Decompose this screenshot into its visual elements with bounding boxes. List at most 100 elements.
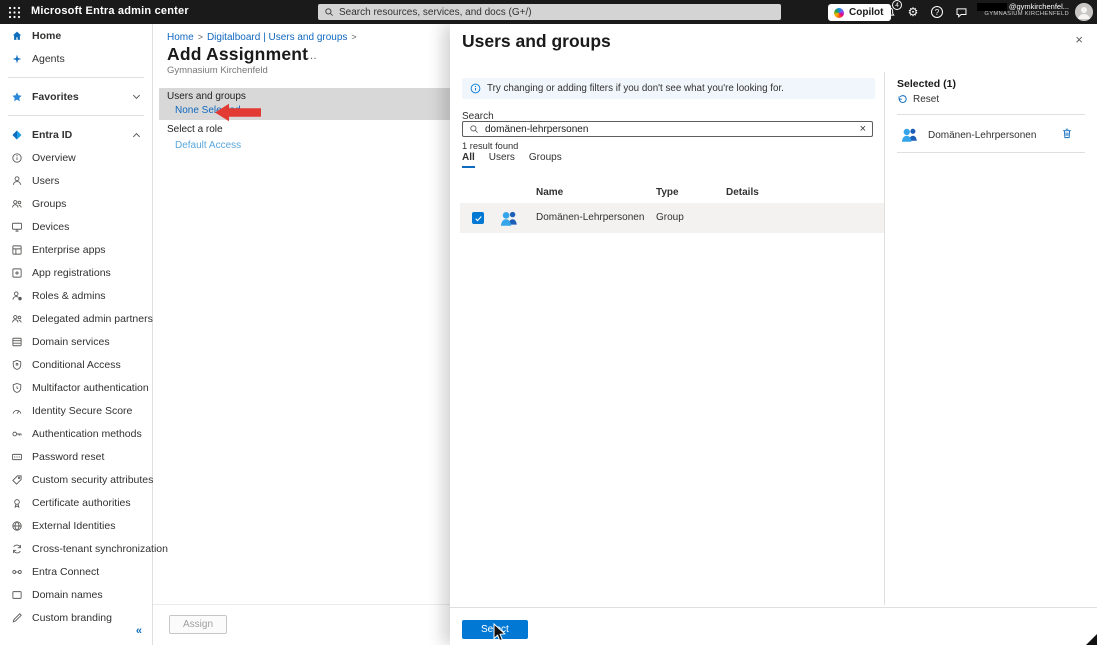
sidebar-item-groups[interactable]: Groups [0,192,152,215]
sidebar-item-authentication-methods[interactable]: Authentication methods [0,422,152,445]
tag-icon [10,473,23,486]
row-checkbox[interactable] [472,212,484,224]
appgrid-icon [10,243,23,256]
roleperson-icon [10,289,23,302]
reset-button[interactable]: Reset [897,94,939,105]
column-header-name: Name [536,187,563,198]
account-name: @gymkirchenfel... [977,2,1069,11]
select-button[interactable]: Select [462,620,528,639]
sidebar-item-entra-connect[interactable]: Entra Connect [0,560,152,583]
sidebar-item-app-registrations[interactable]: App registrations [0,261,152,284]
sidebar-item-label: Cross-tenant synchronization [32,543,168,555]
info-banner: Try changing or adding filters if you do… [462,78,875,99]
sidebar-item-domain-services[interactable]: Domain services [0,330,152,353]
sidebar-item-label: Password reset [32,451,104,463]
sidebar-item-favorites[interactable]: Favorites [0,85,152,108]
global-search-box[interactable] [318,4,781,20]
selected-item: Domänen-Lehrpersonen [897,118,1085,152]
sidebar-item-entra-id[interactable]: Entra ID [0,123,152,146]
tab-all[interactable]: All [462,152,475,168]
panel-search-box[interactable]: × [462,121,873,137]
sidebar-item-custom-security-attributes[interactable]: Custom security attributes [0,468,152,491]
sidebar-item-label: Entra ID [32,129,72,141]
help-icon[interactable]: ? [929,4,945,20]
brush-icon [10,611,23,624]
sidebar-item-label: Agents [32,53,65,65]
sync-icon [10,542,23,555]
breadcrumb-link-digitalboard-users-and-groups[interactable]: Digitalboard | Users and groups [207,32,347,43]
sidebar-item-overview[interactable]: Overview [0,146,152,169]
sidebar-item-home[interactable]: Home [0,24,152,47]
sidebar-item-label: Custom branding [32,612,112,624]
search-icon [324,7,334,17]
sidebar-item-delegated-admin-partners[interactable]: Delegated admin partners [0,307,152,330]
sidebar-item-certificate-authorities[interactable]: Certificate authorities [0,491,152,514]
sidebar-item-agents[interactable]: Agents [0,47,152,70]
panel-divider [884,72,885,605]
close-icon[interactable]: × [1075,32,1083,47]
sidebar-item-label: Domain services [32,336,110,348]
users-groups-panel: Users and groups × Try changing or addin… [450,24,1097,645]
table-header: NameTypeDetails [460,187,884,203]
sidebar-item-identity-secure-score[interactable]: Identity Secure Score [0,399,152,422]
sidebar-item-enterprise-apps[interactable]: Enterprise apps [0,238,152,261]
default-access-link[interactable]: Default Access [175,140,241,151]
breadcrumb-separator: > [198,32,203,42]
sidebar-collapse-button[interactable]: « [136,625,142,637]
sidebar-item-label: Multifactor authentication [32,382,149,394]
account-menu[interactable]: @gymkirchenfel... GYMNASIUM KIRCHENFELD [977,2,1069,19]
row-name: Domänen-Lehrpersonen [536,212,644,223]
redacted-account-name [977,3,1007,11]
tab-users[interactable]: Users [489,152,515,168]
sidebar-item-label: App registrations [32,267,111,279]
result-count: 1 result found [462,141,518,151]
sidebar-item-label: Devices [32,221,69,233]
assign-button[interactable]: Assign [169,615,227,634]
server-icon [10,335,23,348]
settings-gear-icon[interactable]: ⚙ [905,4,921,20]
table-row[interactable]: Domänen-LehrpersonenGroup [460,203,884,233]
page-title: Add Assignment [167,44,308,65]
sidebar-item-label: Delegated admin partners [32,313,153,325]
condshield-icon [10,358,23,371]
breadcrumb: Home>Digitalboard | Users and groups> [167,32,361,43]
sidebar-item-roles-admins[interactable]: Roles & admins [0,284,152,307]
info-icon [470,83,481,94]
app-launcher-waffle-icon[interactable] [8,6,21,19]
selected-item-name: Domänen-Lehrpersonen [928,130,1036,141]
sidebar-item-external-identities[interactable]: External Identities [0,514,152,537]
app-title: Microsoft Entra admin center [31,5,189,17]
users-groups-field: Users and groups None Selected [159,88,450,120]
sidebar-item-users[interactable]: Users [0,169,152,192]
result-tabs: All Users Groups [462,152,576,168]
sidebar-item-label: External Identities [32,520,115,532]
sidebar-item-devices[interactable]: Devices [0,215,152,238]
sidebar-item-label: Home [32,30,61,42]
sidebar-item-password-reset[interactable]: Password reset [0,445,152,468]
global-search-input[interactable] [339,7,775,18]
corner-resize-triangle [1086,634,1097,645]
home-icon [10,29,23,42]
avatar[interactable] [1075,3,1093,21]
breadcrumb-link-home[interactable]: Home [167,32,194,43]
top-bar: Microsoft Entra admin center Copilot 4 ⚙… [0,0,1097,24]
sidebar-item-cross-tenant-synchronization[interactable]: Cross-tenant synchronization [0,537,152,560]
connect-icon [10,565,23,578]
feedback-icon[interactable] [953,4,969,20]
notifications-bell-icon[interactable]: 4 [881,4,897,20]
sidebar-item-custom-branding[interactable]: Custom branding [0,606,152,629]
tenant-subtitle: Gymnasium Kirchenfeld [167,65,268,76]
sidebar-item-label: Custom security attributes [32,474,153,486]
delete-trash-icon[interactable] [1061,127,1073,143]
sidebar-divider [8,77,144,78]
person-icon [10,174,23,187]
sidebar-item-multifactor-authentication[interactable]: Multifactor authentication [0,376,152,399]
selected-title: Selected (1) [897,78,956,90]
context-menu-ellipsis-icon[interactable]: … [306,50,318,62]
tab-groups[interactable]: Groups [529,152,562,168]
sidebar-item-conditional-access[interactable]: Conditional Access [0,353,152,376]
panel-search-input[interactable] [485,124,860,135]
clear-search-icon[interactable]: × [860,124,866,135]
sidebar-item-domain-names[interactable]: Domain names [0,583,152,606]
reset-undo-icon [897,94,908,105]
